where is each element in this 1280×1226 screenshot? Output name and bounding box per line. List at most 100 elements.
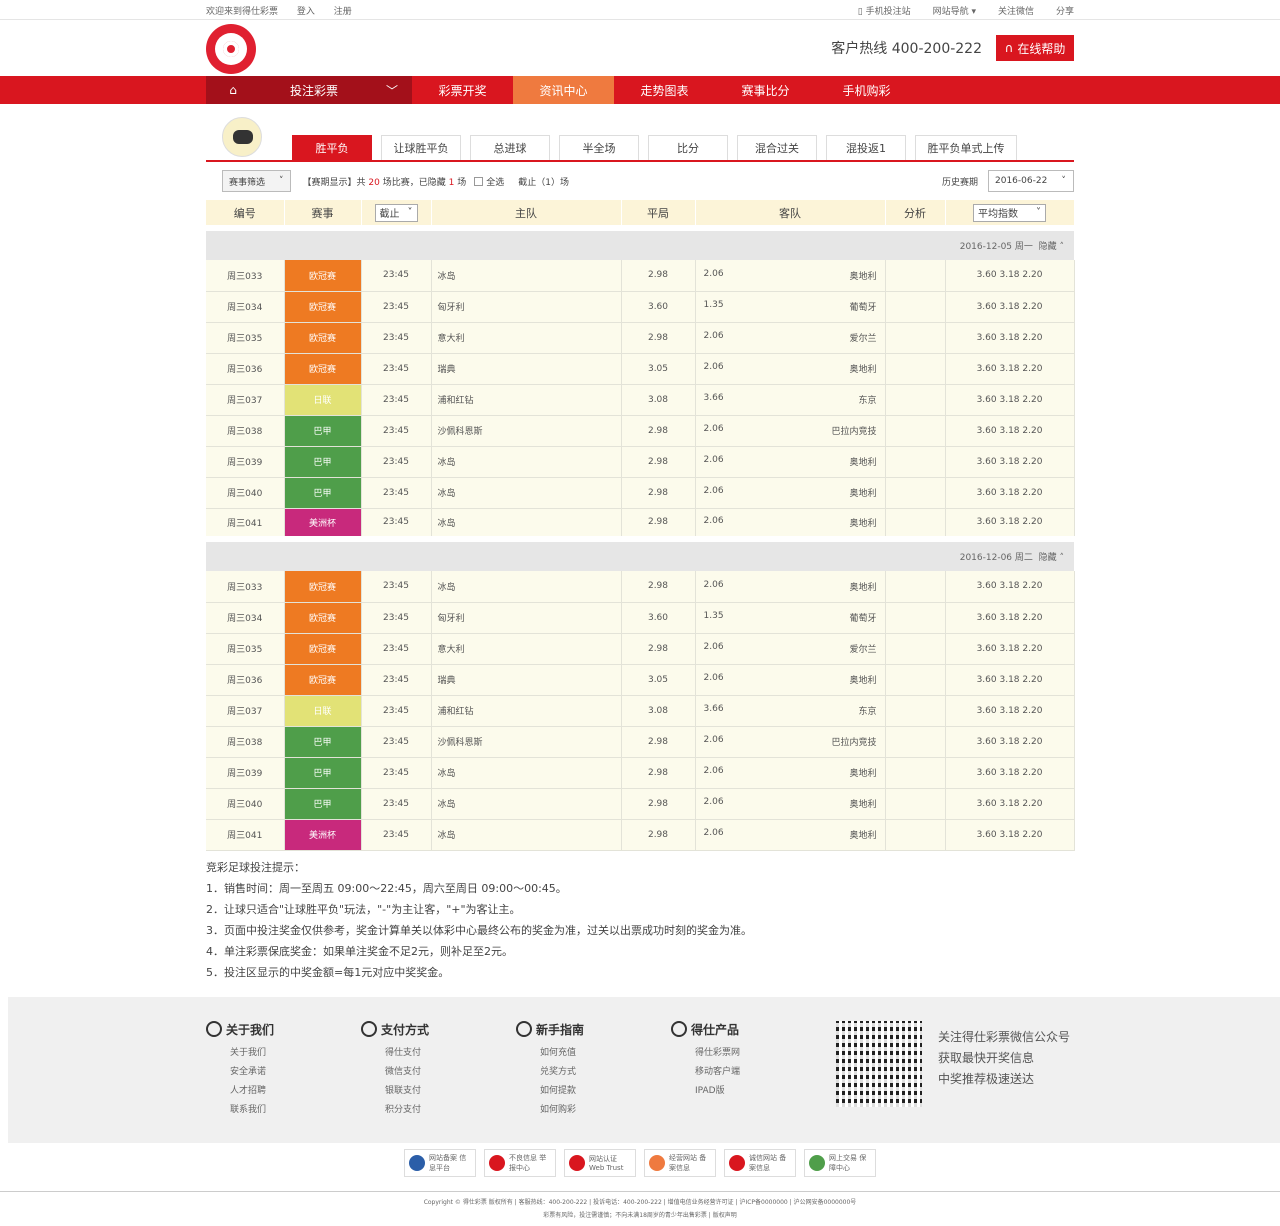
- home-team[interactable]: 冰岛: [431, 260, 622, 292]
- nav-live-scores[interactable]: 赛事比分: [715, 76, 816, 104]
- analysis-cell[interactable]: [885, 353, 946, 385]
- draw-odds[interactable]: 2.98: [621, 788, 696, 820]
- deadline-count[interactable]: 截止（1）场: [518, 175, 569, 188]
- draw-odds[interactable]: 2.98: [621, 322, 696, 354]
- footer-link[interactable]: 银联支付: [385, 1082, 516, 1101]
- away-team-cell[interactable]: 2.06 奥地利: [695, 788, 886, 820]
- trust-badge[interactable]: 网上交易 保障中心: [804, 1148, 876, 1177]
- home-team[interactable]: 冰岛: [431, 477, 622, 509]
- league-badge[interactable]: 巴甲: [284, 446, 362, 478]
- home-team[interactable]: 沙佩科恩斯: [431, 726, 622, 758]
- home-team[interactable]: 意大利: [431, 633, 622, 665]
- away-team-cell[interactable]: 2.06 奥地利: [695, 757, 886, 789]
- nav-lottery-results[interactable]: 彩票开奖: [412, 76, 513, 104]
- draw-odds[interactable]: 2.98: [621, 726, 696, 758]
- login-link[interactable]: 登入: [297, 7, 315, 17]
- away-team-cell[interactable]: 2.06 爱尔兰: [695, 322, 886, 354]
- footer-link[interactable]: 积分支付: [385, 1101, 516, 1120]
- mobile-site-link[interactable]: ▯ 手机投注站: [858, 4, 911, 17]
- league-badge[interactable]: 欧冠赛: [284, 260, 362, 292]
- home-team[interactable]: 冰岛: [431, 508, 622, 540]
- draw-odds[interactable]: 3.60: [621, 602, 696, 634]
- league-badge[interactable]: 欧冠赛: [284, 633, 362, 665]
- analysis-cell[interactable]: [885, 788, 946, 820]
- analysis-cell[interactable]: [885, 508, 946, 540]
- analysis-cell[interactable]: [885, 415, 946, 447]
- analysis-cell[interactable]: [885, 602, 946, 634]
- league-badge[interactable]: 巴甲: [284, 415, 362, 447]
- col-avg-odds[interactable]: 平均指数 ˅: [945, 200, 1075, 228]
- footer-link[interactable]: 关于我们: [230, 1044, 361, 1063]
- tab-half-full[interactable]: 半全场: [559, 135, 639, 160]
- tab-single-upload[interactable]: 胜平负单式上传: [915, 135, 1017, 160]
- away-team-cell[interactable]: 2.06 奥地利: [695, 571, 886, 603]
- select-all-checkbox[interactable]: [474, 176, 484, 186]
- draw-odds[interactable]: 2.98: [621, 757, 696, 789]
- nav-mobile-lottery[interactable]: 手机购彩: [816, 76, 917, 104]
- home-team[interactable]: 冰岛: [431, 446, 622, 478]
- away-team-cell[interactable]: 2.06 奥地利: [695, 446, 886, 478]
- footer-link[interactable]: 得仕支付: [385, 1044, 516, 1063]
- share-link[interactable]: 分享: [1056, 4, 1074, 17]
- league-badge[interactable]: 欧冠赛: [284, 664, 362, 696]
- trust-badge[interactable]: 不良信息 举报中心: [484, 1148, 556, 1177]
- away-team-cell[interactable]: 2.06 奥地利: [695, 664, 886, 696]
- league-badge[interactable]: 欧冠赛: [284, 322, 362, 354]
- draw-odds[interactable]: 2.98: [621, 477, 696, 509]
- analysis-cell[interactable]: [885, 291, 946, 323]
- away-team-cell[interactable]: 2.06 奥地利: [695, 353, 886, 385]
- league-badge[interactable]: 巴甲: [284, 726, 362, 758]
- draw-odds[interactable]: 2.98: [621, 446, 696, 478]
- footer-link[interactable]: 联系我们: [230, 1101, 361, 1120]
- tab-score[interactable]: 比分: [648, 135, 728, 160]
- home-team[interactable]: 瑞典: [431, 664, 622, 696]
- trust-badge[interactable]: 经营网站 备案信息: [644, 1148, 716, 1177]
- analysis-cell[interactable]: [885, 726, 946, 758]
- draw-odds[interactable]: 2.98: [621, 415, 696, 447]
- league-badge[interactable]: 巴甲: [284, 757, 362, 789]
- trust-badge[interactable]: 网站备案 信息平台: [404, 1148, 476, 1177]
- draw-odds[interactable]: 3.08: [621, 384, 696, 416]
- analysis-cell[interactable]: [885, 695, 946, 727]
- draw-odds[interactable]: 3.08: [621, 695, 696, 727]
- online-help-button[interactable]: ∩ 在线帮助: [996, 35, 1074, 61]
- league-badge[interactable]: 欧冠赛: [284, 602, 362, 634]
- league-badge[interactable]: 欧冠赛: [284, 291, 362, 323]
- away-team-cell[interactable]: 2.06 巴拉内竞技: [695, 415, 886, 447]
- trust-badge[interactable]: 网站认证 Web Trust: [564, 1148, 636, 1177]
- away-team-cell[interactable]: 3.66 东京: [695, 695, 886, 727]
- home-team[interactable]: 意大利: [431, 322, 622, 354]
- home-nav-button[interactable]: ⌂: [206, 76, 260, 104]
- footer-link[interactable]: 得仕彩票网: [695, 1044, 826, 1063]
- nav-bet-lottery[interactable]: 投注彩票 ﹀: [260, 76, 412, 104]
- draw-odds[interactable]: 3.05: [621, 353, 696, 385]
- home-team[interactable]: 浦和红钻: [431, 695, 622, 727]
- analysis-cell[interactable]: [885, 384, 946, 416]
- footer-link[interactable]: 如何购彩: [540, 1101, 671, 1120]
- away-team-cell[interactable]: 2.06 奥地利: [695, 260, 886, 292]
- home-team[interactable]: 瑞典: [431, 353, 622, 385]
- nav-info-center[interactable]: 资讯中心: [513, 76, 614, 104]
- analysis-cell[interactable]: [885, 571, 946, 603]
- footer-link[interactable]: 如何提款: [540, 1082, 671, 1101]
- footer-link[interactable]: 人才招聘: [230, 1082, 361, 1101]
- league-filter-select[interactable]: 赛事筛选 ˅: [222, 170, 291, 192]
- analysis-cell[interactable]: [885, 477, 946, 509]
- draw-odds[interactable]: 2.98: [621, 571, 696, 603]
- draw-odds[interactable]: 2.98: [621, 260, 696, 292]
- league-badge[interactable]: 欧冠赛: [284, 353, 362, 385]
- analysis-cell[interactable]: [885, 322, 946, 354]
- league-badge[interactable]: 美洲杯: [284, 819, 362, 851]
- home-team[interactable]: 冰岛: [431, 571, 622, 603]
- home-team[interactable]: 沙佩科恩斯: [431, 415, 622, 447]
- away-team-cell[interactable]: 2.06 巴拉内竞技: [695, 726, 886, 758]
- footer-link[interactable]: 如何充值: [540, 1044, 671, 1063]
- analysis-cell[interactable]: [885, 757, 946, 789]
- league-badge[interactable]: 日联: [284, 384, 362, 416]
- draw-odds[interactable]: 2.98: [621, 508, 696, 540]
- away-team-cell[interactable]: 2.06 奥地利: [695, 508, 886, 540]
- nav-trend-charts[interactable]: 走势图表: [614, 76, 715, 104]
- league-badge[interactable]: 日联: [284, 695, 362, 727]
- away-team-cell[interactable]: 2.06 奥地利: [695, 819, 886, 851]
- draw-odds[interactable]: 3.60: [621, 291, 696, 323]
